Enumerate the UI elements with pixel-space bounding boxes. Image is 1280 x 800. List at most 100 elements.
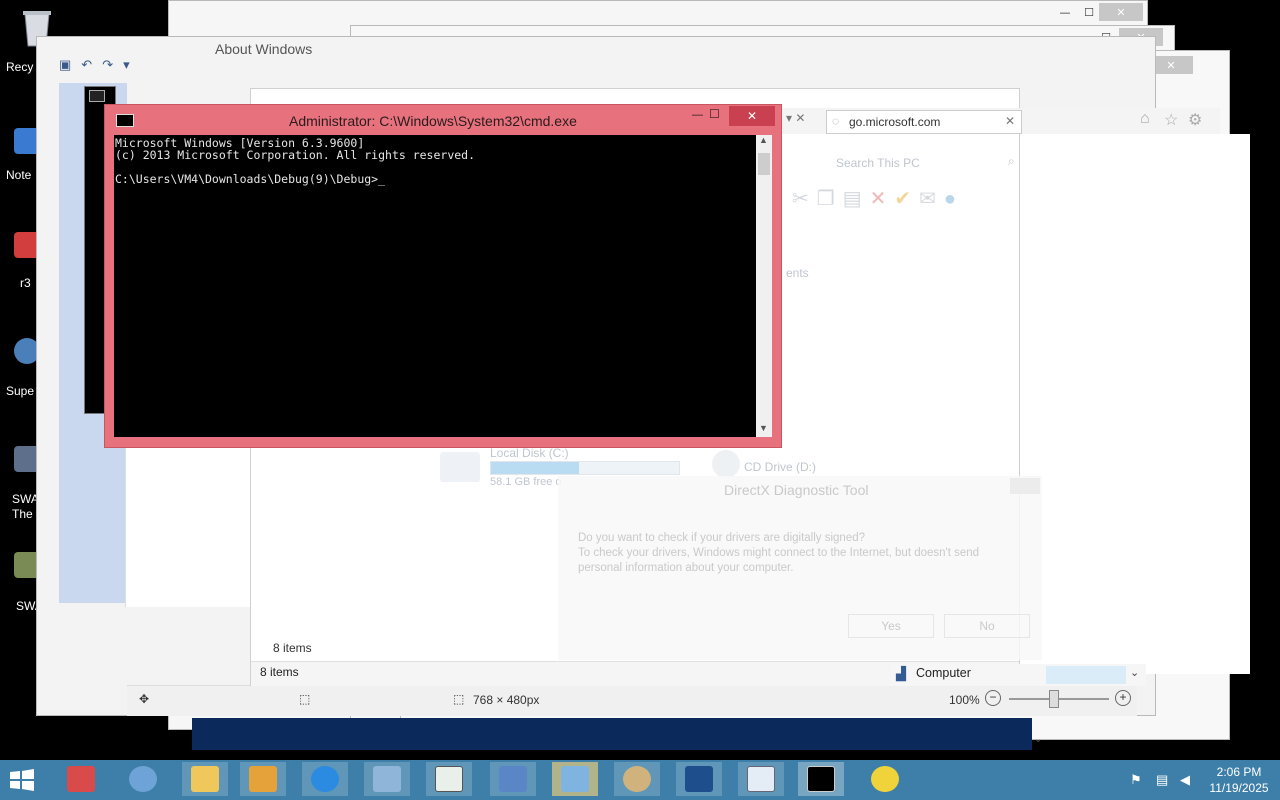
- save-icon[interactable]: ▣: [59, 57, 71, 73]
- network-icon[interactable]: ▤: [1156, 772, 1168, 788]
- scroll-down-icon[interactable]: ▼: [759, 423, 768, 433]
- cmd-title: Administrator: C:\Windows\System32\cmd.e…: [289, 113, 577, 129]
- maximize-button[interactable]: ☐: [1077, 3, 1101, 21]
- internet-explorer-icon[interactable]: [302, 762, 348, 796]
- cd-drive-label[interactable]: CD Drive (D:): [744, 460, 816, 474]
- clock[interactable]: 2:06 PM 11/19/2025: [1204, 764, 1274, 796]
- cmd-title-bar[interactable]: Administrator: C:\Windows\System32\cmd.e…: [105, 105, 781, 135]
- items-count: 8 items: [273, 641, 312, 655]
- cd-drive-icon[interactable]: [712, 450, 740, 478]
- maximize-button[interactable]: ☐: [709, 107, 720, 121]
- browser-page: [1020, 134, 1250, 674]
- toolbox-icon[interactable]: [58, 762, 104, 796]
- home-icon[interactable]: ⌂: [1140, 110, 1150, 128]
- monitor-app-icon[interactable]: [490, 762, 536, 796]
- minimize-button[interactable]: —: [1053, 3, 1077, 21]
- paint-canvas-strip: [192, 718, 1032, 750]
- cmd-window[interactable]: Administrator: C:\Windows\System32\cmd.e…: [104, 104, 782, 448]
- xbox-tool-icon[interactable]: [862, 762, 908, 796]
- mail-icon[interactable]: ✉: [919, 188, 944, 210]
- zoom-slider[interactable]: [1009, 698, 1109, 700]
- favorites-icon[interactable]: ☆: [1164, 110, 1178, 130]
- scroll-up-icon[interactable]: ▲: [759, 135, 768, 145]
- app-window-icon[interactable]: [240, 762, 286, 796]
- items-count-status: 8 items: [260, 665, 299, 679]
- notepad-book-icon[interactable]: [364, 762, 410, 796]
- local-disk-icon[interactable]: [440, 452, 480, 482]
- cmd-prompt-text: C:\Users\VM4\Downloads\Debug(9)\Debug>: [115, 172, 379, 186]
- command-prompt-icon[interactable]: [798, 762, 844, 796]
- zoom-out-button[interactable]: −: [985, 690, 1001, 706]
- local-disk-usage-bar: [490, 461, 680, 475]
- cmd-app-icon[interactable]: [116, 114, 134, 127]
- clock-time: 2:06 PM: [1216, 765, 1262, 779]
- cmd-console[interactable]: Microsoft Windows [Version 6.3.9600] (c)…: [114, 135, 756, 437]
- scroll-down-icon[interactable]: ⌄: [1034, 734, 1042, 745]
- address-bar[interactable]: ◌ go.microsoft.com ✕: [826, 110, 1022, 134]
- close-tab-icon[interactable]: ✕: [1005, 114, 1015, 128]
- local-disk-label[interactable]: Local Disk (C:): [490, 446, 569, 460]
- undo-icon[interactable]: ↶: [81, 57, 92, 73]
- cmd-scrollbar[interactable]: ▲ ▼: [756, 135, 772, 437]
- directx-detail: To check your drivers, Windows might con…: [578, 547, 980, 574]
- cmd-icon-behind: [89, 90, 105, 102]
- window-title: About Windows: [215, 41, 313, 57]
- search-icon: ⌕: [1008, 154, 1015, 168]
- no-button[interactable]: No: [944, 614, 1030, 638]
- address-text: go.microsoft.com: [849, 115, 941, 129]
- computer-dropdown-icon[interactable]: ⌄: [1130, 666, 1139, 679]
- copy-icon[interactable]: ❐: [817, 188, 843, 210]
- directx-dialog[interactable]: DirectX Diagnostic Tool Do you want to c…: [558, 476, 1042, 660]
- scroll-thumb[interactable]: [758, 153, 770, 175]
- start-button[interactable]: [8, 768, 38, 792]
- local-disk-free: 58.1 GB free o: [490, 476, 562, 488]
- cursor: _: [378, 172, 386, 186]
- powershell-icon[interactable]: [676, 762, 722, 796]
- directx-close-button[interactable]: [1010, 478, 1040, 494]
- browser-globe-icon[interactable]: [120, 762, 166, 796]
- image-size-icon: ⬚: [453, 692, 465, 706]
- move-icon: ✥: [139, 692, 150, 706]
- quick-access-toolbar: ▣ ↶ ↷ ▾: [59, 57, 130, 73]
- desktop-icon-label-note: Note: [6, 168, 32, 182]
- yes-button[interactable]: Yes: [848, 614, 934, 638]
- control-panel-icon[interactable]: [552, 762, 598, 796]
- browser-nav-icons: ▾ ✕: [786, 111, 806, 125]
- volume-icon[interactable]: ◀: [1180, 772, 1190, 788]
- image-viewer-icon[interactable]: [738, 762, 784, 796]
- check-icon[interactable]: ✔: [894, 188, 919, 210]
- window-app-icon[interactable]: [426, 762, 472, 796]
- local-disk-usage-fill: [491, 462, 580, 474]
- redo-icon[interactable]: ↷: [102, 57, 113, 73]
- desktop-icon-label-r3: r3: [20, 276, 31, 290]
- delete-icon[interactable]: ✕: [870, 188, 895, 210]
- globe-icon[interactable]: ●: [944, 188, 964, 210]
- light-blue-field: [1046, 666, 1126, 684]
- clock-date: 11/19/2025: [1209, 781, 1269, 795]
- selection-icon: ⬚: [299, 692, 311, 706]
- image-size: 768 × 480px: [473, 693, 540, 707]
- paint-status-bar: ✥ ⬚ ⬚ 768 × 480px 100% − +: [127, 685, 1137, 716]
- computer-icon: ▟: [896, 666, 906, 681]
- cmd-line-2: (c) 2013 Microsoft Corporation. All righ…: [115, 148, 476, 162]
- directx-title: DirectX Diagnostic Tool: [724, 482, 869, 498]
- minimize-button[interactable]: —: [692, 109, 703, 121]
- paste-icon[interactable]: ▤: [843, 188, 870, 210]
- close-button[interactable]: ✕: [1099, 3, 1143, 21]
- search-input[interactable]: Search This PC ⌕: [826, 152, 1026, 174]
- partial-text: ents: [786, 266, 809, 280]
- paint-app-icon[interactable]: [614, 762, 660, 796]
- search-placeholder: Search This PC: [836, 156, 920, 170]
- action-center-flag-icon[interactable]: ⚑: [1130, 772, 1142, 788]
- close-button[interactable]: ✕: [729, 106, 775, 126]
- directx-question: Do you want to check if your drivers are…: [578, 532, 866, 544]
- chevron-down-icon[interactable]: ▾: [123, 57, 130, 73]
- loading-icon: ◌: [832, 114, 840, 128]
- file-explorer-icon[interactable]: [182, 762, 228, 796]
- zoom-in-button[interactable]: +: [1115, 690, 1131, 706]
- zoom-slider-thumb[interactable]: [1049, 690, 1059, 708]
- cut-icon[interactable]: ✂: [792, 188, 817, 210]
- settings-icon[interactable]: ⚙: [1188, 110, 1202, 130]
- ribbon-icons: ✂❐▤✕✔✉●: [792, 186, 964, 211]
- computer-label: Computer: [916, 666, 971, 680]
